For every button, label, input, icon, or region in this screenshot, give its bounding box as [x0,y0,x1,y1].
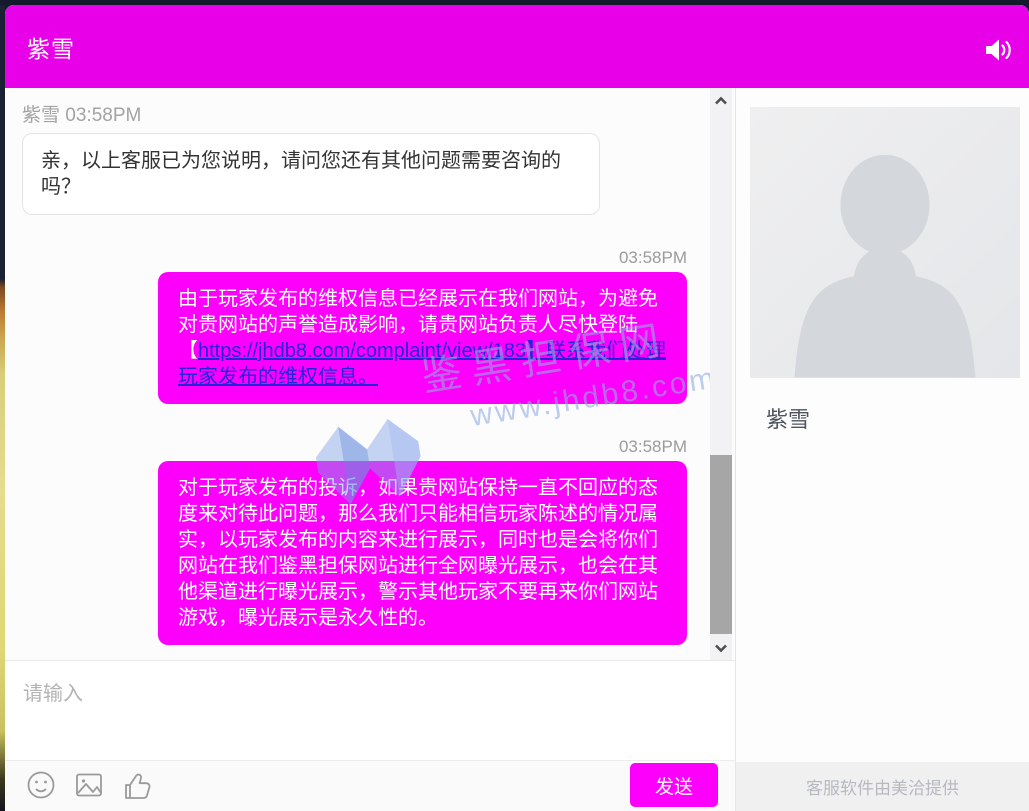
provider-footer: 客服软件由美洽提供 [736,762,1029,811]
agent-name: 紫雪 [766,402,810,434]
smiley-icon [26,788,56,803]
message-time: 03:58PM [65,105,141,126]
chevron-down-icon [714,641,728,656]
speaker-icon [984,51,1016,66]
rate-button[interactable] [121,770,153,802]
agent-title: 紫雪 [27,30,75,64]
outgoing-message-bubble: 由于玩家发布的维权信息已经展示在我们网站，为避免对贵网站的声誉造成影响，请贵网站… [158,272,687,404]
chevron-up-icon [714,93,728,108]
image-icon [74,788,104,803]
message-time: 03:58PM [5,249,687,266]
chat-scrollbar-track[interactable] [710,88,732,660]
image-upload-button[interactable] [73,770,105,802]
message-composer: 发送 [5,660,735,811]
outgoing-message-bubble: 对于玩家发布的投诉，如果贵网站保持一直不回应的态度来对待此问题，那么我们只能相信… [158,461,687,645]
send-button[interactable]: 发送 [630,763,718,807]
emoji-button[interactable] [25,770,57,802]
person-silhouette-icon [750,365,1020,378]
chat-header: 紫雪 [5,5,1029,88]
avatar [750,107,1020,378]
scroll-down-button[interactable] [710,636,732,660]
message-meta: 紫雪 03:58PM [22,100,735,127]
message-text: 亲，以上客服已为您说明，请问您还有其他问题需要咨询的吗？ [41,150,561,198]
incoming-message-bubble: 亲，以上客服已为您说明，请问您还有其他问题需要咨询的吗？ [22,133,600,215]
message-input[interactable] [5,661,735,757]
agent-sidebar: 紫雪 客服软件由美洽提供 [735,88,1029,811]
message-text: 对于玩家发布的投诉，如果贵网站保持一直不回应的态度来对待此问题，那么我们只能相信… [178,477,658,629]
chat-history: 紫雪 03:58PM 亲，以上客服已为您说明，请问您还有其他问题需要咨询的吗？ … [5,88,735,660]
chat-widget: 紫雪 紫雪 03:58PM 亲，以上客服已为您说明，请问您还有其他问题需要咨询的… [5,5,1029,811]
sound-toggle-button[interactable] [983,37,1017,63]
message-time: 03:58PM [5,438,687,455]
complaint-link[interactable]: https://jhdb8.com/complaint/view/183】联系我… [178,340,666,388]
scroll-up-button[interactable] [710,88,732,112]
thumbs-up-icon [121,790,153,805]
scrollbar-thumb[interactable] [710,455,732,634]
composer-toolbar [5,760,735,811]
sender-name: 紫雪 [22,105,60,126]
